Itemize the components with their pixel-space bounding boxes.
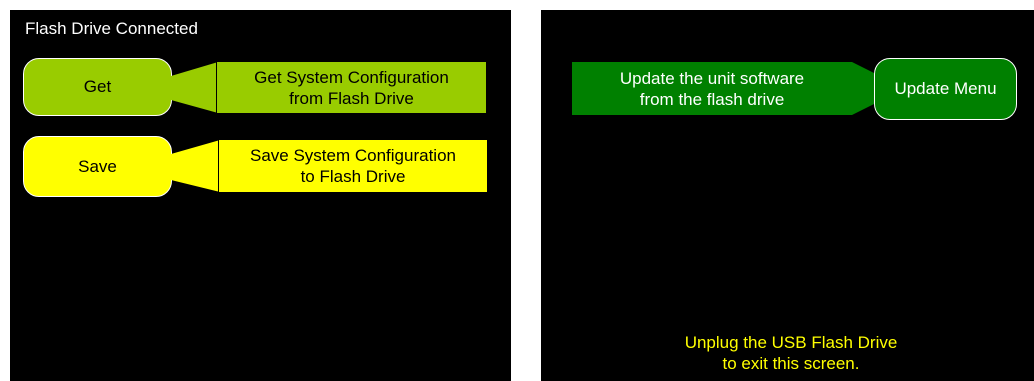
get-button[interactable]: Get <box>23 58 172 116</box>
update-description: Update the unit software from the flash … <box>572 62 852 115</box>
update-connector <box>852 62 876 115</box>
update-menu-button[interactable]: Update Menu <box>874 58 1017 120</box>
screen-title: Flash Drive Connected <box>25 19 198 38</box>
get-description: Get System Configuration from Flash Driv… <box>217 62 486 113</box>
left-screen-panel: Flash Drive Connected Get Get System Con… <box>10 10 511 381</box>
save-description: Save System Configuration to Flash Drive <box>219 140 487 192</box>
save-connector <box>171 140 220 192</box>
right-screen-panel: Update the unit software from the flash … <box>541 10 1034 381</box>
unplug-message: Unplug the USB Flash Drive to exit this … <box>684 333 898 373</box>
get-connector <box>171 62 218 113</box>
save-button[interactable]: Save <box>23 136 172 197</box>
